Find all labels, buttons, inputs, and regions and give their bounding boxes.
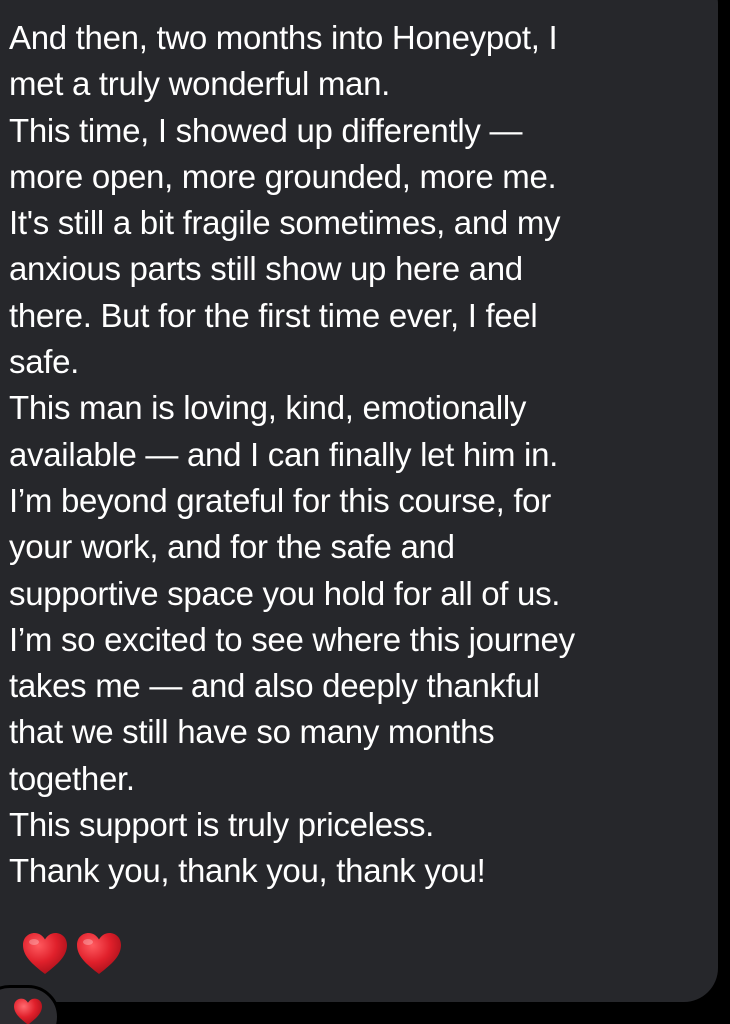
red-heart-icon (23, 933, 67, 974)
red-heart-icon (77, 933, 121, 974)
message-emoji-row (22, 932, 122, 976)
message-text: And then, two months into Honeypot, I me… (9, 19, 575, 890)
chat-screen: And then, two months into Honeypot, I me… (0, 0, 730, 1024)
reaction-heart-icon (14, 998, 42, 1024)
